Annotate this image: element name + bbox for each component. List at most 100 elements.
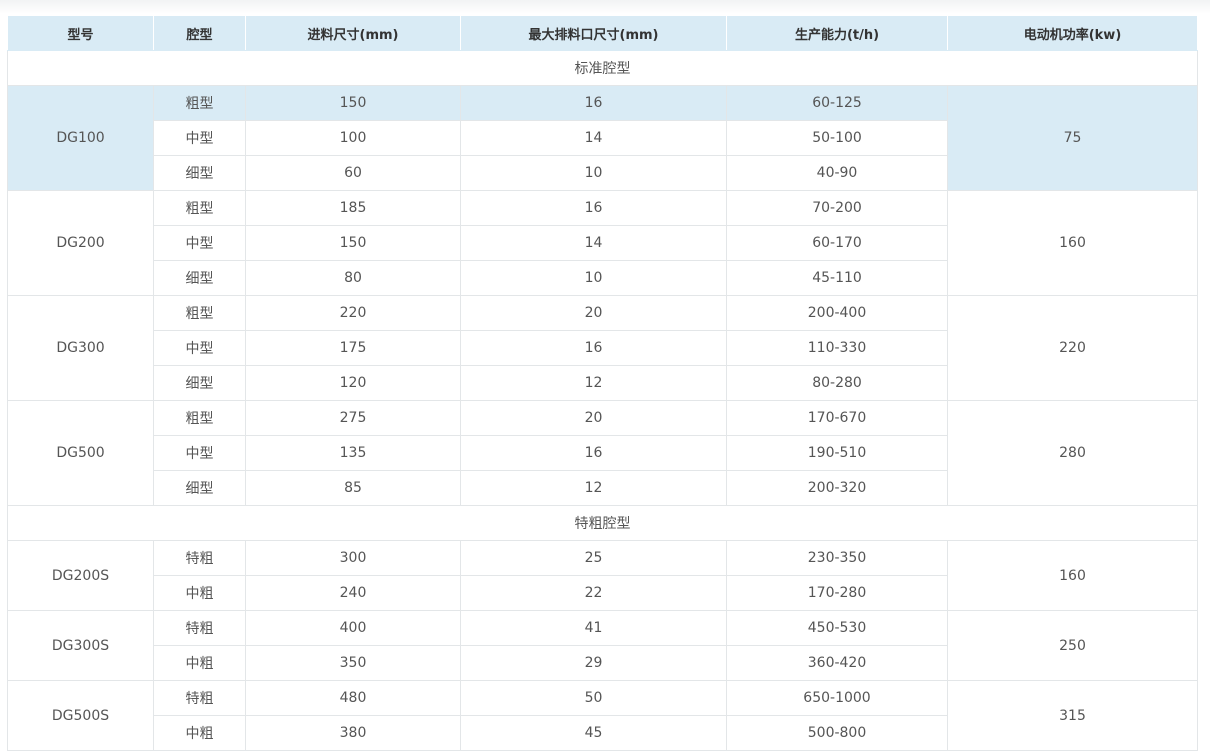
discharge-size-cell: 14: [460, 120, 727, 156]
capacity-cell: 80-280: [726, 365, 948, 401]
spec-table-head: 型号 腔型 进料尺寸(mm) 最大排料口尺寸(mm) 生产能力(t/h) 电动机…: [7, 15, 1198, 51]
discharge-size-cell: 22: [460, 575, 727, 611]
feed-size-cell: 60: [245, 155, 461, 191]
model-cell: DG300S: [7, 610, 154, 681]
capacity-cell: 45-110: [726, 260, 948, 296]
section-row: 标准腔型: [7, 50, 1198, 86]
model-cell: DG100: [7, 85, 154, 191]
capacity-cell: 360-420: [726, 645, 948, 681]
capacity-cell: 170-280: [726, 575, 948, 611]
cavity-cell: 粗型: [153, 295, 246, 331]
spec-table: 型号 腔型 进料尺寸(mm) 最大排料口尺寸(mm) 生产能力(t/h) 电动机…: [7, 15, 1198, 751]
capacity-cell: 200-400: [726, 295, 948, 331]
table-row: DG100 粗型 150 16 60-125 75: [7, 85, 1198, 191]
header-motor-power: 电动机功率(kw): [947, 15, 1198, 51]
feed-size-cell: 80: [245, 260, 461, 296]
discharge-size-cell: 16: [460, 85, 727, 121]
cavity-cell: 特粗: [153, 680, 246, 716]
feed-size-cell: 185: [245, 190, 461, 226]
capacity-cell: 650-1000: [726, 680, 948, 716]
cavity-cell: 中型: [153, 435, 246, 471]
cavity-cell: 特粗: [153, 540, 246, 576]
cavity-cell: 粗型: [153, 190, 246, 226]
motor-power-cell: 160: [947, 190, 1198, 296]
table-row: DG300S 特粗 400 41 450-530 250: [7, 610, 1198, 681]
discharge-size-cell: 16: [460, 190, 727, 226]
capacity-cell: 60-170: [726, 225, 948, 261]
feed-size-cell: 120: [245, 365, 461, 401]
feed-size-cell: 350: [245, 645, 461, 681]
discharge-size-cell: 14: [460, 225, 727, 261]
header-discharge-size: 最大排料口尺寸(mm): [460, 15, 727, 51]
cavity-cell: 中型: [153, 120, 246, 156]
section-row: 特粗腔型: [7, 505, 1198, 541]
capacity-cell: 110-330: [726, 330, 948, 366]
section-title: 特粗腔型: [7, 505, 1198, 541]
cavity-cell: 细型: [153, 260, 246, 296]
motor-power-cell: 220: [947, 295, 1198, 401]
discharge-size-cell: 20: [460, 400, 727, 436]
discharge-size-cell: 20: [460, 295, 727, 331]
capacity-cell: 40-90: [726, 155, 948, 191]
discharge-size-cell: 12: [460, 365, 727, 401]
cavity-cell: 细型: [153, 365, 246, 401]
header-row: 型号 腔型 进料尺寸(mm) 最大排料口尺寸(mm) 生产能力(t/h) 电动机…: [7, 15, 1198, 51]
cavity-cell: 中型: [153, 330, 246, 366]
cavity-cell: 细型: [153, 155, 246, 191]
feed-size-cell: 150: [245, 85, 461, 121]
motor-power-cell: 75: [947, 85, 1198, 191]
feed-size-cell: 85: [245, 470, 461, 506]
model-cell: DG500: [7, 400, 154, 506]
header-cavity: 腔型: [153, 15, 246, 51]
feed-size-cell: 480: [245, 680, 461, 716]
capacity-cell: 50-100: [726, 120, 948, 156]
section-title: 标准腔型: [7, 50, 1198, 86]
discharge-size-cell: 41: [460, 610, 727, 646]
capacity-cell: 60-125: [726, 85, 948, 121]
cavity-cell: 粗型: [153, 85, 246, 121]
capacity-cell: 450-530: [726, 610, 948, 646]
feed-size-cell: 300: [245, 540, 461, 576]
cavity-cell: 特粗: [153, 610, 246, 646]
table-row: DG200 粗型 185 16 70-200 160: [7, 190, 1198, 296]
discharge-size-cell: 16: [460, 330, 727, 366]
cavity-cell: 粗型: [153, 400, 246, 436]
discharge-size-cell: 25: [460, 540, 727, 576]
capacity-cell: 170-670: [726, 400, 948, 436]
capacity-cell: 500-800: [726, 715, 948, 751]
model-cell: DG500S: [7, 680, 154, 751]
motor-power-cell: 315: [947, 680, 1198, 751]
motor-power-cell: 280: [947, 400, 1198, 506]
model-cell: DG200S: [7, 540, 154, 611]
discharge-size-cell: 50: [460, 680, 727, 716]
feed-size-cell: 275: [245, 400, 461, 436]
cavity-cell: 中粗: [153, 715, 246, 751]
motor-power-cell: 160: [947, 540, 1198, 611]
discharge-size-cell: 10: [460, 260, 727, 296]
header-feed-size: 进料尺寸(mm): [245, 15, 461, 51]
capacity-cell: 230-350: [726, 540, 948, 576]
header-model: 型号: [7, 15, 154, 51]
table-row: DG500S 特粗 480 50 650-1000 315: [7, 680, 1198, 751]
discharge-size-cell: 12: [460, 470, 727, 506]
model-cell: DG200: [7, 190, 154, 296]
table-row: DG200S 特粗 300 25 230-350 160: [7, 540, 1198, 611]
feed-size-cell: 400: [245, 610, 461, 646]
cavity-cell: 中粗: [153, 645, 246, 681]
capacity-cell: 200-320: [726, 470, 948, 506]
discharge-size-cell: 16: [460, 435, 727, 471]
feed-size-cell: 240: [245, 575, 461, 611]
cavity-cell: 细型: [153, 470, 246, 506]
feed-size-cell: 380: [245, 715, 461, 751]
table-row: DG300 粗型 220 20 200-400 220: [7, 295, 1198, 401]
feed-size-cell: 135: [245, 435, 461, 471]
table-row: DG500 粗型 275 20 170-670 280: [7, 400, 1198, 506]
spec-table-body: 标准腔型 DG100 粗型 150 16 60-125 75 中型 100 14 50-100 细型 6…: [7, 50, 1198, 751]
feed-size-cell: 150: [245, 225, 461, 261]
model-cell: DG300: [7, 295, 154, 401]
feed-size-cell: 220: [245, 295, 461, 331]
capacity-cell: 70-200: [726, 190, 948, 226]
feed-size-cell: 175: [245, 330, 461, 366]
feed-size-cell: 100: [245, 120, 461, 156]
cavity-cell: 中粗: [153, 575, 246, 611]
